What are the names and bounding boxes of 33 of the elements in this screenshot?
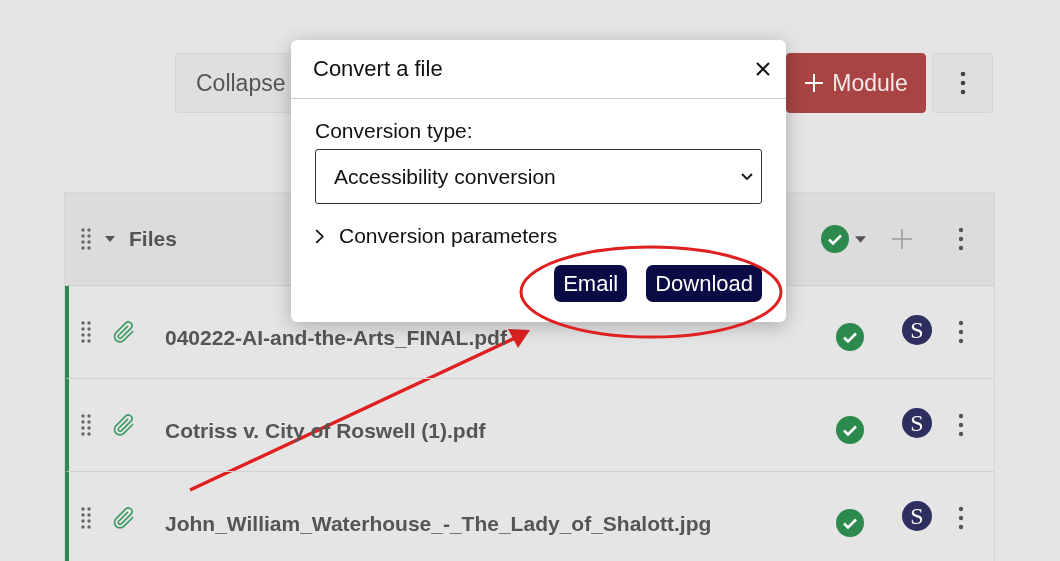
drag-handle-icon[interactable] [81,414,91,436]
published-check-icon[interactable] [821,225,849,253]
avatar[interactable]: S [902,501,932,531]
more-options-icon[interactable] [958,413,964,437]
published-check-icon[interactable] [836,509,864,537]
email-button[interactable]: Email [554,265,628,302]
download-button[interactable]: Download [646,265,762,302]
module-title: Files [129,227,177,251]
file-name[interactable]: John_William_Waterhouse_-_The_Lady_of_Shalott.jpg [165,512,712,536]
drag-handle-icon[interactable] [81,507,91,529]
file-name[interactable]: 040222-AI-and-the-Arts_FINAL.pdf [165,326,507,350]
more-options-icon[interactable] [958,227,964,251]
add-module-button[interactable]: Module [786,53,926,113]
more-options-icon [959,71,966,95]
published-check-icon[interactable] [836,416,864,444]
conversion-type-select[interactable]: Accessibility conversion [315,149,762,204]
module-item[interactable]: John_William_Waterhouse_-_The_Lady_of_Shalott.jpg S [65,472,994,561]
paperclip-icon [111,505,137,531]
more-options-icon[interactable] [958,320,964,344]
drag-handle-icon[interactable] [81,321,91,343]
field-label: Conversion type: [315,119,474,143]
published-check-icon[interactable] [836,323,864,351]
collapse-caret-icon[interactable] [105,236,115,242]
avatar[interactable]: S [902,315,932,345]
more-options-icon[interactable] [958,506,964,530]
dialog-title: Convert a file [313,56,443,82]
close-icon[interactable] [756,62,770,76]
drag-handle-icon[interactable] [81,228,91,250]
parameters-toggle[interactable]: Conversion parameters [315,224,762,248]
plus-icon [804,73,825,93]
avatar[interactable]: S [902,408,932,438]
dropdown-caret-icon[interactable] [855,235,866,243]
dropdown-chevron-icon [741,172,753,181]
